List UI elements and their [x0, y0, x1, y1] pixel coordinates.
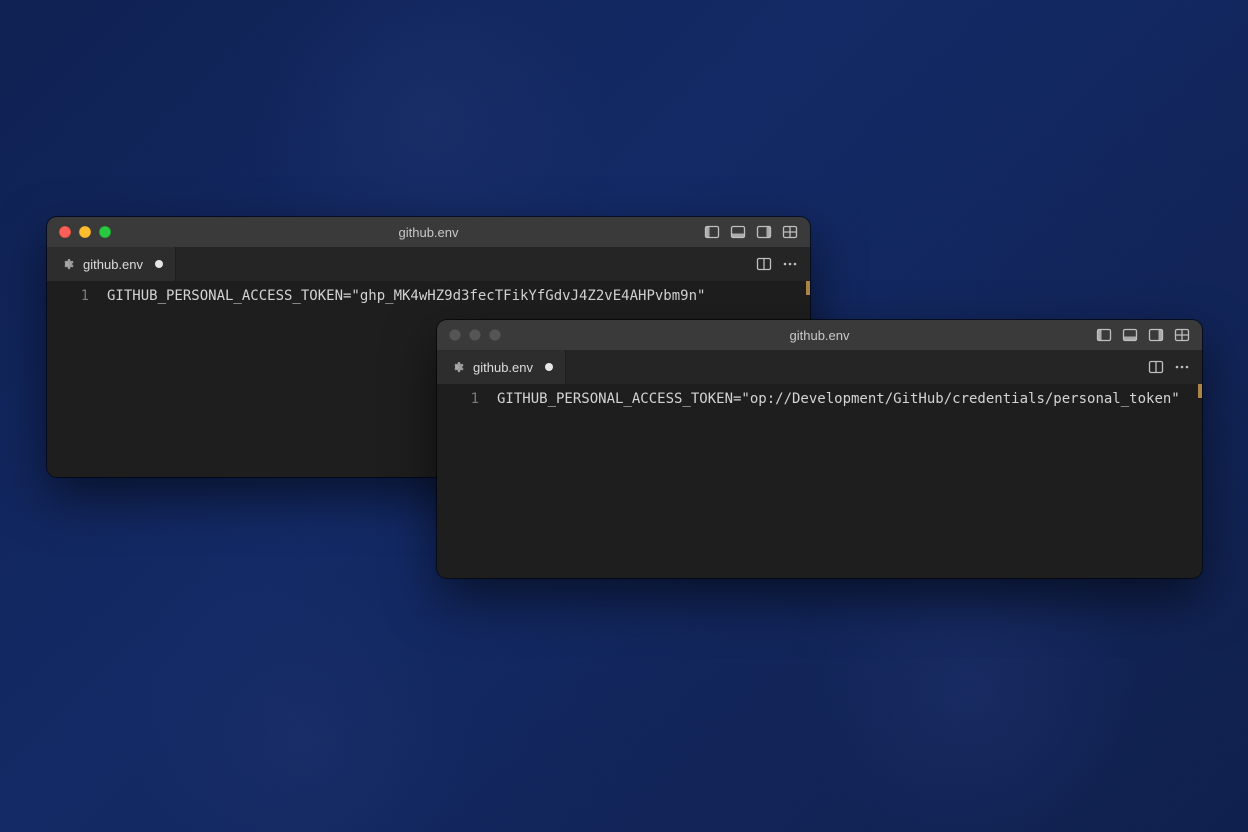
- gear-icon: [59, 256, 75, 272]
- customize-layout-icon[interactable]: [782, 224, 798, 240]
- line-number: 1: [47, 285, 89, 307]
- window-title: github.env: [437, 328, 1202, 343]
- tabbar: github.env: [437, 350, 1202, 384]
- more-actions-icon[interactable]: [1174, 359, 1190, 375]
- gutter: 1: [437, 384, 497, 578]
- toggle-sidebar-icon[interactable]: [1096, 327, 1112, 343]
- line-number: 1: [437, 388, 479, 410]
- tabbar: github.env: [47, 247, 810, 281]
- dirty-indicator-icon: [545, 363, 553, 371]
- tab-github-env[interactable]: github.env: [437, 350, 566, 384]
- toggle-secondary-sidebar-icon[interactable]: [756, 224, 772, 240]
- titlebar[interactable]: github.env: [437, 320, 1202, 350]
- tab-actions: [1136, 350, 1202, 384]
- window-title: github.env: [47, 225, 810, 240]
- editor-window-2: github.env github.env 1 GITHUB_PERSONAL_…: [437, 320, 1202, 578]
- tab-actions: [744, 247, 810, 281]
- toggle-secondary-sidebar-icon[interactable]: [1148, 327, 1164, 343]
- window-controls: [47, 226, 111, 238]
- minimize-window-button[interactable]: [469, 329, 481, 341]
- customize-layout-icon[interactable]: [1174, 327, 1190, 343]
- close-window-button[interactable]: [59, 226, 71, 238]
- minimize-window-button[interactable]: [79, 226, 91, 238]
- toggle-panel-icon[interactable]: [1122, 327, 1138, 343]
- gutter: 1: [47, 281, 107, 477]
- zoom-window-button[interactable]: [489, 329, 501, 341]
- dirty-indicator-icon: [155, 260, 163, 268]
- titlebar-actions: [1096, 327, 1202, 343]
- tab-label: github.env: [83, 257, 143, 272]
- zoom-window-button[interactable]: [99, 226, 111, 238]
- titlebar-actions: [704, 224, 810, 240]
- split-editor-icon[interactable]: [1148, 359, 1164, 375]
- overview-ruler-marker: [806, 281, 810, 295]
- split-editor-icon[interactable]: [756, 256, 772, 272]
- close-window-button[interactable]: [449, 329, 461, 341]
- tab-github-env[interactable]: github.env: [47, 247, 176, 281]
- more-actions-icon[interactable]: [782, 256, 798, 272]
- editor-area[interactable]: 1 GITHUB_PERSONAL_ACCESS_TOKEN="op://Dev…: [437, 384, 1202, 578]
- toggle-panel-icon[interactable]: [730, 224, 746, 240]
- titlebar[interactable]: github.env: [47, 217, 810, 247]
- overview-ruler-marker: [1198, 384, 1202, 398]
- tab-label: github.env: [473, 360, 533, 375]
- window-controls: [437, 329, 501, 341]
- toggle-sidebar-icon[interactable]: [704, 224, 720, 240]
- code-content[interactable]: GITHUB_PERSONAL_ACCESS_TOKEN="op://Devel…: [497, 384, 1190, 578]
- gear-icon: [449, 359, 465, 375]
